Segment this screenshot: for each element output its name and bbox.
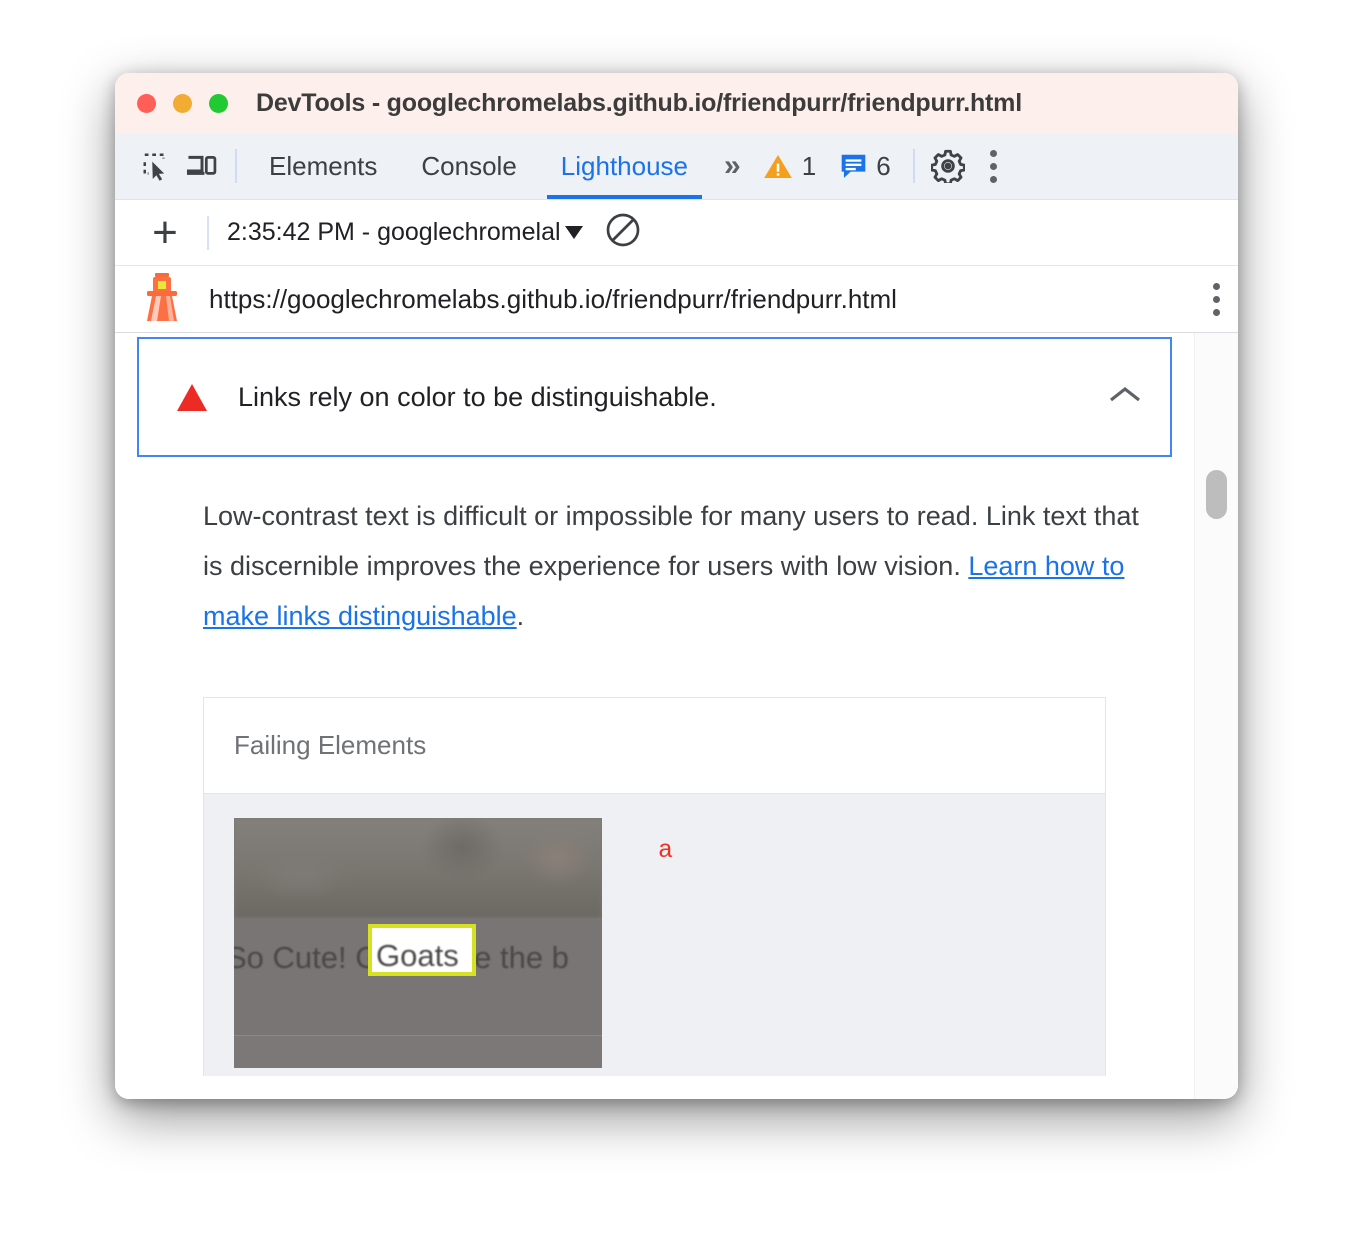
new-report-button[interactable]: + xyxy=(141,210,189,255)
report-scroll-content: Links rely on color to be distinguishabl… xyxy=(115,333,1194,1099)
report-select[interactable]: 2:35:42 PM - googlechromelal xyxy=(227,218,583,247)
lighthouse-report-body: Links rely on color to be distinguishabl… xyxy=(115,333,1238,1099)
gear-icon[interactable] xyxy=(925,143,971,189)
runbar-divider xyxy=(207,215,209,250)
tab-lighthouse[interactable]: Lighthouse xyxy=(539,133,710,199)
traffic-lights xyxy=(137,93,228,113)
element-screenshot-thumbnail[interactable]: So Cute! Goats are the b Goats xyxy=(234,818,602,1068)
thumbnail-photo xyxy=(234,818,602,918)
thumbnail-footer xyxy=(234,1036,602,1068)
message-bubble-icon xyxy=(841,154,866,178)
kebab-menu-icon[interactable] xyxy=(971,143,1017,189)
report-scrollbar[interactable] xyxy=(1194,333,1238,1099)
more-tabs-icon[interactable]: » xyxy=(710,149,751,183)
device-toolbar-icon[interactable] xyxy=(179,143,225,189)
no-entry-icon[interactable] xyxy=(605,212,641,253)
tab-elements[interactable]: Elements xyxy=(247,133,399,199)
highlighted-element-text: Goats xyxy=(376,938,459,973)
lighthouse-icon xyxy=(139,271,185,328)
close-window-button[interactable] xyxy=(137,93,156,113)
screenshot-stage: DevTools - googlechromelabs.github.io/fr… xyxy=(0,0,1352,1248)
toolbar-divider xyxy=(235,149,237,183)
warning-counter[interactable]: 1 xyxy=(751,151,828,182)
inspect-element-icon[interactable] xyxy=(133,143,179,189)
window-titlebar: DevTools - googlechromelabs.github.io/fr… xyxy=(115,73,1238,133)
report-select-value: 2:35:42 PM - googlechromelal xyxy=(227,218,561,246)
vertical-scroll-thumb[interactable] xyxy=(1206,470,1227,519)
table-row[interactable]: So Cute! Goats are the b Goats a xyxy=(204,794,1105,1076)
minimize-window-button[interactable] xyxy=(173,93,192,113)
failing-elements-header: Failing Elements xyxy=(204,698,1105,794)
element-highlight-box: Goats xyxy=(368,924,476,976)
audit-description: Low-contrast text is difficult or imposs… xyxy=(115,491,1194,641)
warning-count: 1 xyxy=(801,150,817,181)
chevron-down-icon xyxy=(564,226,583,239)
audit-title: Links rely on color to be distinguishabl… xyxy=(238,381,717,412)
maximize-window-button[interactable] xyxy=(209,93,228,113)
audit-header[interactable]: Links rely on color to be distinguishabl… xyxy=(137,337,1172,457)
audit-description-period: . xyxy=(516,601,525,631)
message-count: 6 xyxy=(876,150,891,181)
report-menu-icon[interactable] xyxy=(1213,282,1220,316)
red-triangle-icon xyxy=(177,383,207,411)
lighthouse-run-toolbar: + 2:35:42 PM - googlechromelal xyxy=(115,200,1238,266)
window-title: DevTools - googlechromelabs.github.io/fr… xyxy=(256,88,1022,117)
report-url: https://googlechromelabs.github.io/frien… xyxy=(209,283,897,314)
tab-console[interactable]: Console xyxy=(399,133,538,199)
failing-elements-table: Failing Elements So Cute! Goats are the … xyxy=(203,697,1106,1076)
toolbar-divider-right xyxy=(912,149,915,183)
element-selector: a xyxy=(658,836,674,865)
report-url-bar: https://googlechromelabs.github.io/frien… xyxy=(115,266,1238,333)
warning-triangle-icon xyxy=(763,154,792,178)
devtools-tabbar: Elements Console Lighthouse » 1 6 xyxy=(115,133,1238,200)
devtools-window: DevTools - googlechromelabs.github.io/fr… xyxy=(115,73,1238,1099)
chevron-up-icon[interactable] xyxy=(1108,384,1142,411)
message-counter[interactable]: 6 xyxy=(828,151,902,182)
